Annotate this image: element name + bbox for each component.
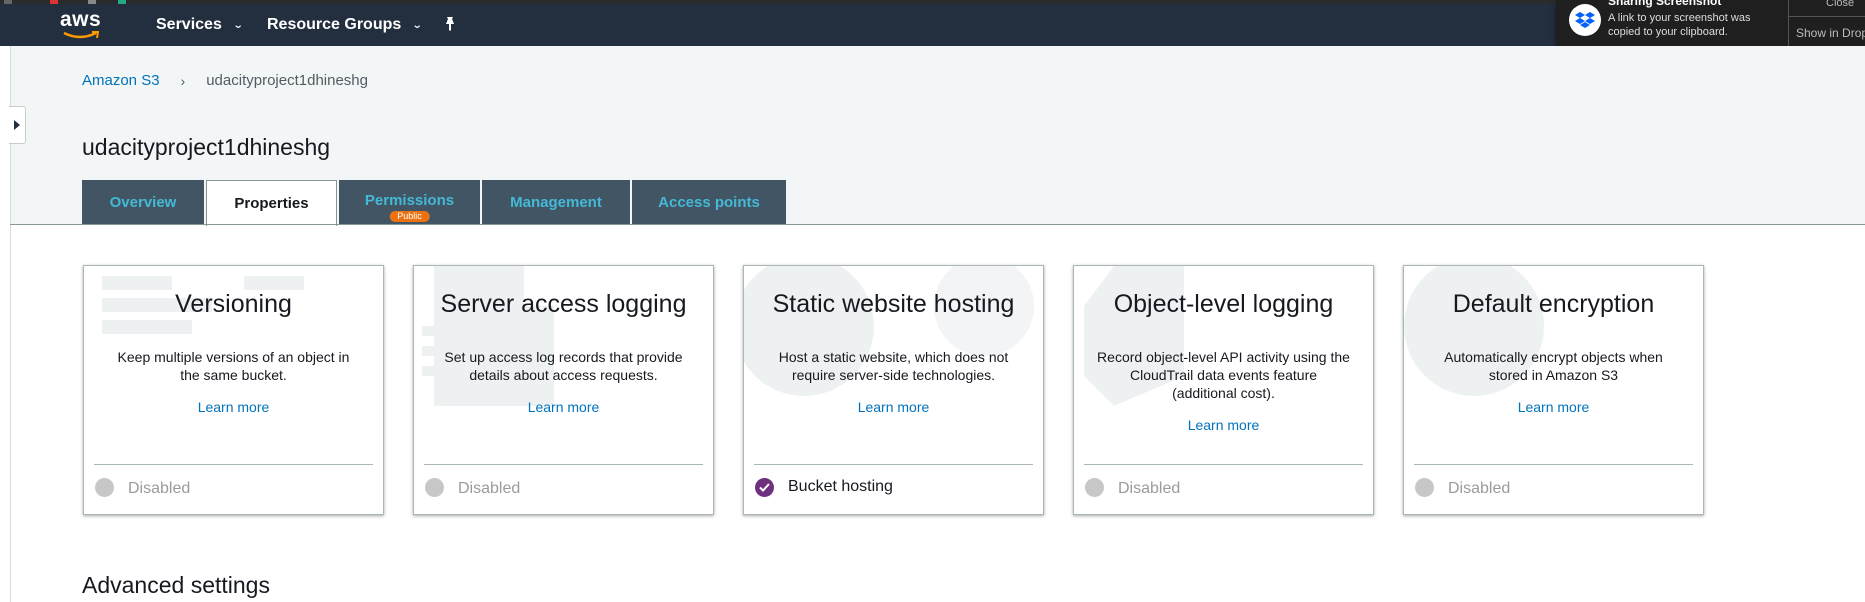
card-title: Server access logging [440,290,687,318]
tab-label: Management [510,193,602,211]
chevron-down-icon: ⌄ [232,19,244,31]
card-divider [94,464,373,465]
learn-more-link[interactable]: Learn more [414,399,713,415]
card-divider [754,464,1033,465]
strip-icon [118,0,126,4]
tab-management[interactable]: Management [482,180,630,224]
versioning-card[interactable]: Versioning Keep multiple versions of an … [83,265,384,515]
learn-more-link[interactable]: Learn more [84,399,383,415]
tab-label: Properties [234,195,309,212]
notification-show-button[interactable]: Show in Dropbox [1796,26,1865,40]
learn-more-link[interactable]: Learn more [1074,417,1373,433]
breadcrumb-current: udacityproject1dhineshg [206,72,368,89]
tab-label: Access points [658,193,760,211]
aws-logo-text: aws [60,8,102,31]
card-description: Automatically encrypt objects when store… [1444,349,1663,383]
disabled-status-icon [425,478,444,497]
dropbox-notification: Sharing Screenshot A link to your screen… [1556,0,1865,48]
caret-right-icon [14,120,20,130]
services-label: Services [156,16,222,33]
card-divider [1414,464,1693,465]
tab-access-points[interactable]: Access points [632,180,786,224]
breadcrumb-separator-icon: › [180,72,186,89]
card-title: Static website hosting [772,290,1015,318]
notification-title: Sharing Screenshot [1608,0,1722,8]
tab-properties[interactable]: Properties [206,180,337,226]
advanced-settings-heading: Advanced settings [82,572,270,598]
aws-s3-bucket-properties-page: aws Services ⌄ Resource Groups ⌄ Sharing… [0,0,1865,602]
breadcrumb: Amazon S3 › udacityproject1dhineshg [82,72,368,89]
sidebar-toggle-button[interactable] [9,106,26,144]
card-divider [424,464,703,465]
card-status: Disabled [128,480,191,497]
resource-groups-menu[interactable]: Resource Groups ⌄ [267,16,423,34]
card-status: Disabled [458,480,521,497]
disabled-status-icon [1415,478,1434,497]
card-title: Default encryption [1452,290,1655,318]
card-description: Record object-level API activity using t… [1097,349,1350,401]
learn-more-link[interactable]: Learn more [744,399,1043,415]
disabled-status-icon [1085,478,1104,497]
tabs-underline [10,224,1865,225]
public-badge: Public [389,211,430,222]
card-status: Disabled [1118,480,1181,497]
card-status: Disabled [1448,480,1511,497]
page-title: udacityproject1dhineshg [82,134,331,160]
card-description: Set up access log records that provide d… [444,349,683,383]
tab-overview[interactable]: Overview [82,180,204,224]
chevron-down-icon: ⌄ [412,19,423,31]
strip-icon [4,0,12,4]
static-website-hosting-card[interactable]: Static website hosting Host a static web… [743,265,1044,515]
strip-icon [88,0,96,4]
card-divider [1084,464,1363,465]
card-description: Keep multiple versions of an object in t… [117,349,350,383]
disabled-status-icon [95,478,114,497]
tab-label: Permissions [364,191,455,209]
pin-icon[interactable] [442,16,458,32]
notification-actions: Close Show in Dropbox [1788,0,1865,48]
tab-label: Overview [109,193,177,211]
default-encryption-card[interactable]: Default encryption Automatically encrypt… [1403,265,1704,515]
aws-logo[interactable]: aws [60,8,106,40]
card-status: Bucket hosting [788,478,893,495]
notification-close-button[interactable]: Close [1789,0,1865,17]
server-access-logging-card[interactable]: Server access logging Set up access log … [413,265,714,515]
aws-smile-icon [63,31,100,39]
learn-more-link[interactable]: Learn more [1404,399,1703,415]
services-menu[interactable]: Services ⌄ [156,16,244,34]
bucket-tabs: Overview Properties Permissions Public M… [82,180,788,226]
breadcrumb-amazon-s3[interactable]: Amazon S3 [82,72,160,89]
resource-groups-label: Resource Groups [267,16,402,33]
object-level-logging-card[interactable]: Object-level logging Record object-level… [1073,265,1374,515]
card-title: Versioning [175,290,292,318]
strip-icon [50,0,58,4]
card-title: Object-level logging [1113,290,1334,318]
enabled-check-icon [755,478,774,497]
dropbox-icon [1569,4,1601,36]
tab-permissions[interactable]: Permissions Public [339,180,480,224]
card-description: Host a static website, which does not re… [778,349,1009,383]
notification-body: A link to your screenshot was copied to … [1608,12,1751,38]
